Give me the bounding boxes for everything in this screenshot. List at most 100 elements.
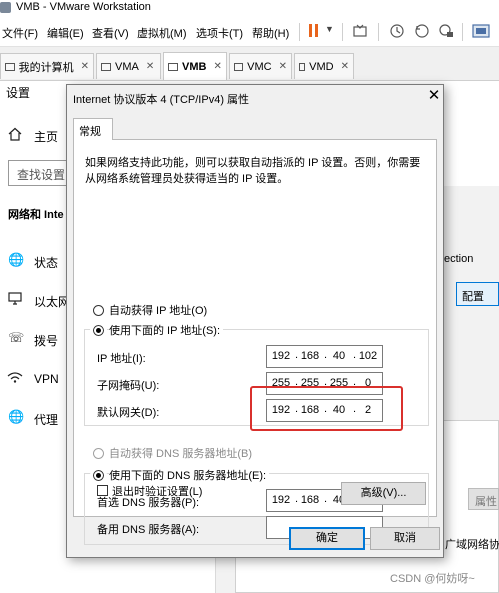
subnet-mask-field[interactable]: 255. 255. 255. 0 [266, 372, 383, 395]
octet: 255 [329, 377, 349, 389]
close-icon[interactable]: ✕ [341, 61, 349, 72]
connection-text: ection [444, 253, 474, 265]
octet: 168 [300, 404, 320, 416]
vm-icon [234, 62, 244, 71]
settings-header: 设置 [6, 86, 31, 100]
close-icon[interactable]: ✕ [213, 61, 221, 72]
vpn-icon [7, 372, 23, 383]
menu-vm[interactable]: 虚拟机(M) [137, 25, 187, 41]
nav-status[interactable]: 状态 [34, 254, 58, 271]
validate-label[interactable]: 退出时验证设置(L) [112, 483, 202, 499]
close-icon[interactable]: ✕ [146, 61, 154, 72]
tab-vmb[interactable]: VMB ✕ [163, 52, 227, 80]
tab-label: 我的计算机 [18, 61, 74, 74]
tab-vmd[interactable]: VMD ✕ [294, 53, 354, 79]
octet: 255 [300, 377, 320, 389]
toolbar-separator [462, 23, 463, 41]
vm-icon [299, 62, 306, 71]
tab-label: VMA [115, 60, 139, 73]
ip-auto-label[interactable]: 自动获得 IP 地址(O) [109, 302, 207, 318]
home-icon [8, 127, 22, 141]
octet: 255 [271, 377, 291, 389]
validate-checkbox[interactable] [97, 485, 108, 496]
tab-label: VMD [309, 60, 334, 73]
pause-dropdown-icon[interactable]: ▼ [325, 24, 334, 34]
vmware-logo-icon [0, 2, 11, 13]
pause-icon[interactable] [307, 23, 321, 39]
octet: 192 [271, 494, 291, 506]
revert-snapshot-icon[interactable] [414, 23, 430, 39]
send-keys-icon[interactable] [352, 23, 368, 39]
globe-icon: 🌐 [8, 409, 25, 424]
nav-proxy[interactable]: 代理 [34, 411, 58, 428]
tab-general[interactable]: 常规 [73, 118, 113, 140]
menu-file[interactable]: 文件(F) [2, 25, 38, 41]
tab-vma[interactable]: VMA ✕ [96, 53, 161, 79]
subnet-mask-label: 子网掩码(U): [97, 380, 160, 392]
toolbar-separator [342, 23, 343, 41]
wan-text: 广域网络协 [445, 539, 499, 551]
dns-manual-label[interactable]: 使用下面的 DNS 服务器地址(E): [109, 467, 270, 483]
vm-icon [101, 62, 111, 71]
menu-view[interactable]: 查看(V) [92, 25, 129, 41]
nav-vpn[interactable]: VPN [34, 372, 59, 386]
nav-home[interactable]: 主页 [34, 128, 58, 145]
watermark: CSDN @何妨呀~ [390, 573, 475, 585]
octet: 40 [332, 350, 346, 362]
vm-icon [168, 62, 178, 71]
properties-button[interactable]: 属性 [468, 488, 499, 510]
octet: 2 [364, 404, 372, 416]
close-icon[interactable]: ✕ [81, 61, 89, 72]
menu-tabs[interactable]: 选项卡(T) [196, 25, 243, 41]
dns-auto-label[interactable]: 自动获得 DNS 服务器地址(B) [109, 445, 252, 461]
close-icon[interactable]: ✕ [279, 61, 287, 72]
tab-vmc[interactable]: VMC ✕ [229, 53, 292, 79]
vm-tabbar: 我的计算机 ✕ VMA ✕ VMB ✕ VMC ✕ VMD ✕ [0, 47, 499, 81]
phone-icon: ☏ [8, 330, 25, 345]
ip-address-label: IP 地址(I): [97, 353, 146, 365]
gateway-label: 默认网关(D): [97, 407, 160, 419]
monitor-icon [8, 292, 22, 305]
dialog-description: 如果网络支持此功能，则可以获取自动指派的 IP 设置。否则，你需要从网络系统管理… [85, 157, 421, 185]
dns-auto-radio[interactable] [93, 448, 104, 459]
ip-manual-label[interactable]: 使用下面的 IP 地址(S): [109, 322, 224, 338]
octet: 40 [332, 404, 346, 416]
section-title: 网络和 Inte [8, 209, 64, 221]
alternate-dns-label: 备用 DNS 服务器(A): [97, 524, 200, 536]
tab-label: VMC [247, 60, 272, 73]
dns-manual-radio[interactable] [90, 467, 107, 484]
gateway-field[interactable]: 192. 168. 40. 2 [266, 399, 383, 422]
octet: 168 [300, 494, 320, 506]
tab-my-computer[interactable]: 我的计算机 ✕ [0, 53, 94, 79]
ipv4-properties-dialog: Internet 协议版本 4 (TCP/IPv4) 属性 ✕ 常规 如果网络支… [66, 84, 444, 558]
ip-auto-radio[interactable] [93, 305, 104, 316]
menubar: 文件(F) 编辑(E) 查看(V) 虚拟机(M) 选项卡(T) 帮助(H) ▼ [0, 17, 499, 47]
ip-manual-radio[interactable] [90, 322, 107, 339]
nav-dialup[interactable]: 拨号 [34, 332, 58, 349]
console-view-icon[interactable] [472, 23, 490, 39]
close-icon[interactable]: ✕ [425, 87, 443, 105]
app-titlebar: VMB - VMware Workstation [0, 0, 499, 17]
cancel-button[interactable]: 取消 [370, 527, 440, 550]
nav-ethernet[interactable]: 以太网 [34, 293, 70, 310]
menu-help[interactable]: 帮助(H) [252, 25, 289, 41]
general-tab-panel: 如果网络支持此功能，则可以获取自动指派的 IP 设置。否则，你需要从网络系统管理… [73, 139, 437, 545]
globe-icon: 🌐 [8, 252, 25, 267]
tab-label: VMB [182, 60, 207, 73]
window-title: VMB - VMware Workstation [16, 1, 151, 13]
toolbar-separator [378, 23, 379, 41]
computer-icon [5, 62, 15, 71]
snapshot-manager-icon[interactable] [438, 23, 454, 39]
octet: 102 [358, 350, 378, 362]
advanced-button[interactable]: 高级(V)... [341, 482, 426, 505]
menu-edit[interactable]: 编辑(E) [47, 25, 84, 41]
dialog-title: Internet 协议版本 4 (TCP/IPv4) 属性 [73, 94, 250, 106]
octet: 168 [300, 350, 320, 362]
octet: 192 [271, 350, 291, 362]
octet: 192 [271, 404, 291, 416]
ip-address-field[interactable]: 192. 168. 40. 102 [266, 345, 383, 368]
toolbar-separator [299, 23, 300, 41]
ok-button[interactable]: 确定 [289, 527, 365, 550]
configure-button[interactable]: 配置 [456, 282, 499, 306]
snapshot-clock-icon[interactable] [389, 23, 405, 39]
